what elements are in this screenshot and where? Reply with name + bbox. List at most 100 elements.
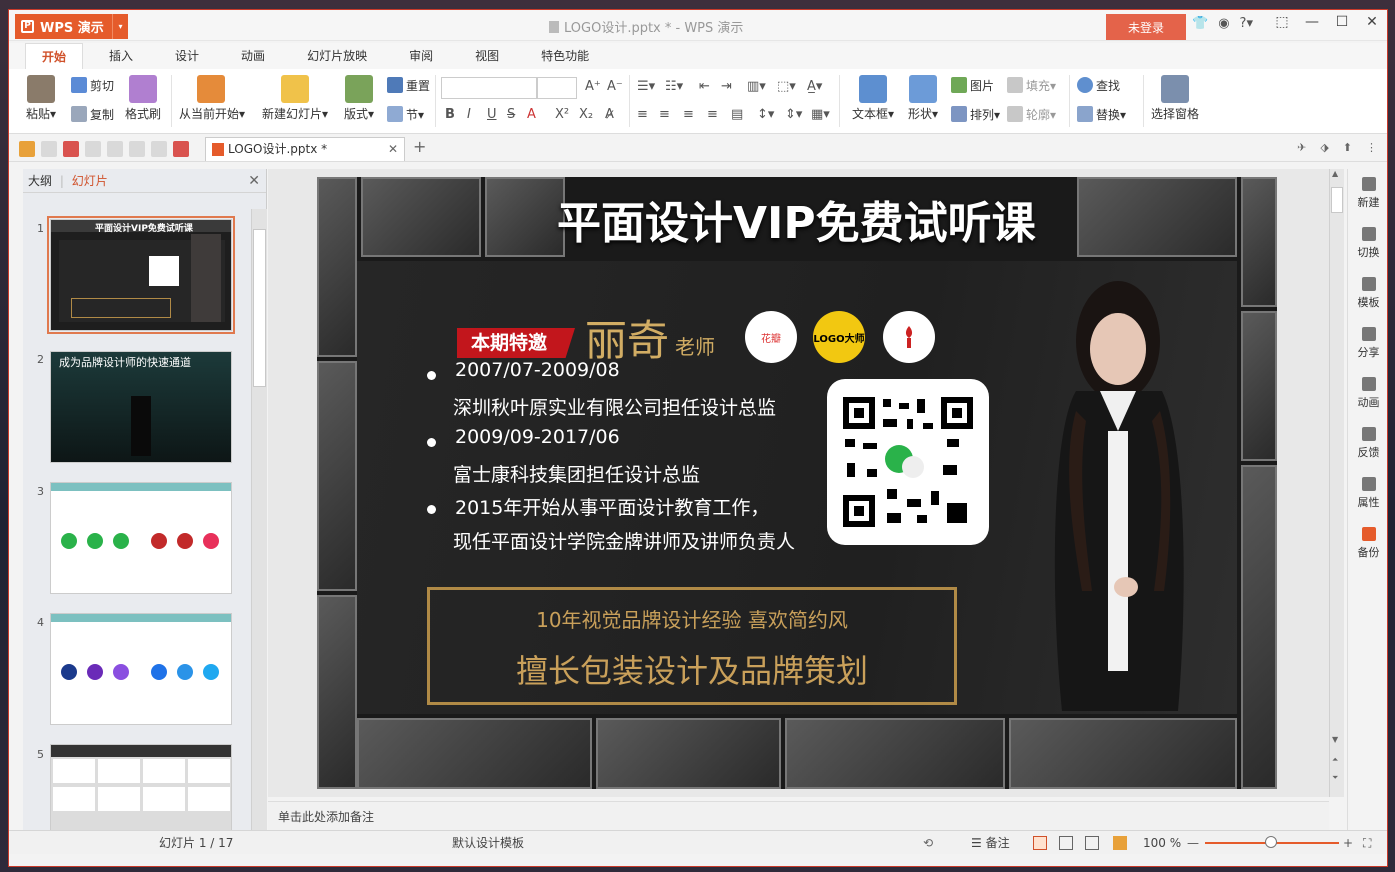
template-name[interactable]: 默认设计模板 [452,831,524,855]
slide-thumb-4[interactable] [50,613,232,725]
tab-home[interactable]: 开始 [25,43,84,69]
slide-1[interactable]: 平面设计VIP免费试听课 本期特邀 丽奇 老师 花瓣 LOGO大师 2007/0… [317,177,1277,789]
guest-badge[interactable]: 本期特邀 [457,328,575,358]
notes-area[interactable]: 单击此处添加备注 [268,801,1329,831]
align-right-icon[interactable]: ≡ [683,107,694,122]
cut-button[interactable]: 剪切 [71,77,114,94]
slide-thumb-2[interactable]: 成为品牌设计师的快速通道 [50,351,232,463]
justify-icon[interactable]: ≡ [707,107,718,122]
slide-title[interactable]: 平面设计VIP免费试听课 [557,187,1077,251]
login-button[interactable]: 未登录 [1106,14,1186,40]
new-tab-button[interactable]: + [413,137,426,156]
close-tab-icon[interactable]: ✕ [388,138,398,160]
font-family-select[interactable] [441,77,537,99]
indent-increase-icon[interactable]: ⇥ [721,79,732,94]
bio-line-1[interactable]: 2007/07-2009/08 [455,359,620,381]
select-pane-button[interactable]: 选择窗格 [1149,75,1201,122]
scrollbar-thumb[interactable] [253,229,266,387]
tab-features[interactable]: 特色功能 [525,43,605,69]
outline-button[interactable]: 轮廓▾ [1007,106,1056,123]
text-direction-icon[interactable]: ⬚▾ [777,79,796,94]
tab-slides[interactable]: 幻灯片 [72,174,108,188]
normal-view-icon[interactable] [1033,836,1047,850]
slide-thumb-5[interactable] [50,744,232,836]
bio-line-6[interactable]: 现任平面设计学院金牌讲师及讲师负责人 [453,527,795,554]
redo-icon[interactable] [151,141,167,157]
tab-review[interactable]: 审阅 [393,43,449,69]
tab-design[interactable]: 设计 [159,43,215,69]
slide-thumb-3[interactable] [50,482,232,594]
textbox-button[interactable]: 文本框▾ [847,75,899,122]
collapse-icon[interactable]: ⬆ [1343,141,1352,154]
teacher-suffix[interactable]: 老师 [675,331,715,360]
slide-thumb-1[interactable]: 平面设计VIP免费试听课 [47,216,235,334]
bullet-list-icon[interactable]: ☰▾ [637,79,655,94]
strikethrough-icon[interactable]: S [507,107,515,122]
restore-layout-icon[interactable]: ⬚ [1267,14,1297,30]
font-size-select[interactable] [537,77,577,99]
font-shrink-icon[interactable]: A⁻ [607,79,623,94]
find-button[interactable]: 查找 [1077,77,1120,94]
more-icon[interactable]: ⋮ [1366,141,1377,154]
number-list-icon[interactable]: ☷▾ [665,79,683,94]
align-left-icon[interactable]: ≡ [637,107,648,122]
italic-icon[interactable]: I [467,107,471,122]
close-button[interactable]: ✕ [1357,14,1387,30]
tab-animation[interactable]: 动画 [225,43,281,69]
right-feedback-button[interactable]: 反馈 [1348,419,1387,469]
prev-slide-icon[interactable]: ⏶ [1332,755,1338,765]
highlight-box[interactable]: 10年视觉品牌设计经验 喜欢简约风 擅长包装设计及品牌策划 [427,587,957,705]
undo-icon[interactable] [129,141,145,157]
format-painter-button[interactable]: 格式刷 [123,75,163,122]
app-menu-button[interactable]: P WPS 演示 ▾ [15,14,128,39]
scroll-down-icon[interactable]: ▼ [1332,735,1338,744]
subscript-icon[interactable]: X₂ [579,107,593,122]
slideshow-icon[interactable] [1113,836,1127,850]
bio-line-3[interactable]: 2009/09-2017/06 [455,426,620,448]
print-icon[interactable] [85,141,101,157]
right-template-button[interactable]: 模板 [1348,269,1387,319]
right-share-button[interactable]: 分享 [1348,319,1387,369]
reading-view-icon[interactable] [1085,836,1099,850]
tab-slideshow[interactable]: 幻灯片放映 [291,43,383,69]
chevron-down-icon[interactable]: ▾ [112,14,128,39]
copy-button[interactable]: 复制 [71,106,114,123]
from-current-button[interactable]: 从当前开始▾ [179,75,245,122]
reset-button[interactable]: 重置 [387,77,430,94]
torch-logo[interactable] [883,311,935,363]
new-slide-button[interactable]: 新建幻灯片▾ [259,75,331,122]
indent-decrease-icon[interactable]: ⇤ [699,79,710,94]
fit-window-icon[interactable]: ⛶ [1363,831,1371,855]
slide-sorter-icon[interactable] [1059,836,1073,850]
help-icon[interactable]: ?▾ [1240,16,1253,31]
superscript-icon[interactable]: X² [555,107,569,122]
right-backup-button[interactable]: 备份 [1348,519,1387,569]
zoom-in-icon[interactable]: + [1343,831,1353,855]
smart-art-icon[interactable]: ▦▾ [811,107,830,122]
next-slide-icon[interactable]: ⏷ [1332,773,1338,783]
picture-button[interactable]: 图片 [951,77,994,94]
para-spacing-icon[interactable]: ⇕▾ [785,107,802,122]
distribute-icon[interactable]: ▤ [731,107,743,122]
right-switch-button[interactable]: 切换 [1348,219,1387,269]
fill-button[interactable]: 填充▾ [1007,77,1056,94]
minimize-button[interactable]: — [1297,14,1327,30]
tab-view[interactable]: 视图 [459,43,515,69]
export-pdf-icon[interactable] [63,141,79,157]
slide-panel-scrollbar[interactable] [251,209,267,834]
open-icon[interactable] [19,141,35,157]
sync-icon[interactable]: ⬗ [1320,141,1328,154]
huaban-logo[interactable]: 花瓣 [745,311,797,363]
zoom-out-icon[interactable]: — [1187,831,1199,855]
document-tab[interactable]: LOGO设计.pptx * ✕ [205,137,405,161]
maximize-button[interactable]: ☐ [1327,14,1357,30]
text-align-icon[interactable]: A̲▾ [807,79,822,94]
zoom-level[interactable]: 100 % [1143,831,1181,855]
right-animation-button[interactable]: 动画 [1348,369,1387,419]
bio-line-5[interactable]: 2015年开始从事平面设计教育工作， [455,493,769,520]
skin-icon[interactable]: 👕 [1192,16,1208,31]
save-icon[interactable] [41,141,57,157]
columns-icon[interactable]: ▥▾ [747,79,766,94]
clear-format-icon[interactable]: A̷ [605,107,614,122]
replace-button[interactable]: 替换▾ [1077,106,1126,123]
